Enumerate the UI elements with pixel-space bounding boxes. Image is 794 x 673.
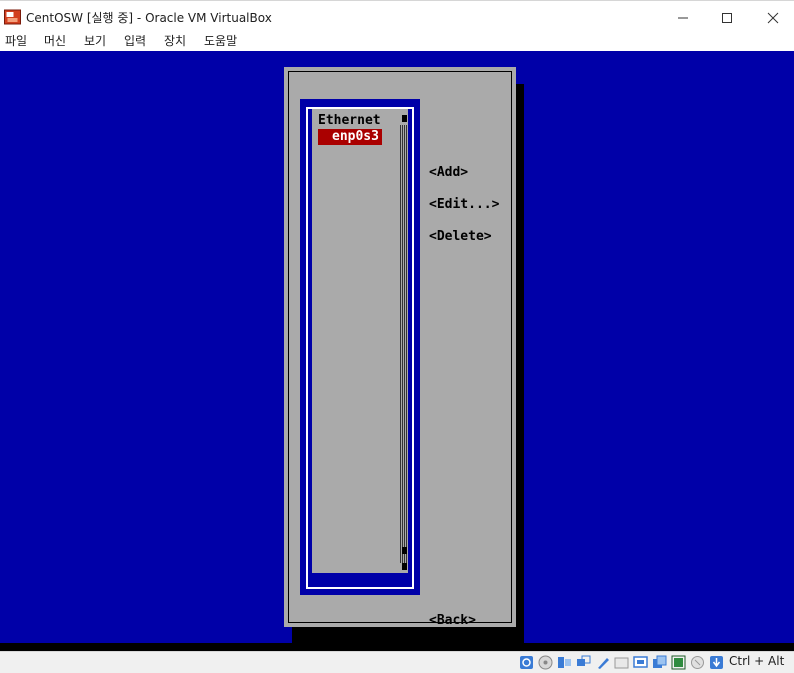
connection-list-border: Ethernet enp0s3 [306,107,414,589]
list-scrollbar[interactable] [400,125,408,563]
maximize-button[interactable] [704,1,750,34]
menu-devices[interactable]: 장치 [164,33,186,49]
nmtui-edit-connection-dialog: Ethernet enp0s3 <Add> <Edit...> <Delete>… [284,67,516,629]
minimize-button[interactable] [660,1,706,34]
connection-list[interactable]: Ethernet enp0s3 [312,109,408,573]
video-capture-icon[interactable] [652,655,667,670]
menu-view[interactable]: 보기 [84,33,106,49]
scroll-thumb[interactable] [402,547,407,554]
shared-folders-icon[interactable] [614,655,629,670]
menu-input[interactable]: 입력 [124,33,146,49]
menu-file[interactable]: 파일 [5,33,27,49]
minimize-icon [678,17,688,19]
menu-help[interactable]: 도움말 [204,33,237,49]
menu-bar: 파일 머신 보기 입력 장치 도움말 [0,33,794,51]
optical-drive-icon[interactable] [538,655,553,670]
back-button[interactable]: <Back> [429,613,476,629]
delete-button[interactable]: <Delete> [429,229,492,245]
menu-machine[interactable]: 머신 [44,33,66,49]
scroll-up-marker [402,115,407,122]
list-group-header: Ethernet [318,113,381,128]
mouse-integration-icon[interactable] [690,655,705,670]
edit-button[interactable]: <Edit...> [429,197,499,213]
status-bar: Ctrl + Alt [0,651,794,673]
usb-icon[interactable] [595,655,610,670]
connection-list-frame: Ethernet enp0s3 [300,99,420,595]
vm-display-bottom-edge [0,643,794,651]
display-icon[interactable] [633,655,648,670]
cpu-icon[interactable] [671,655,686,670]
maximize-icon [722,13,732,23]
add-button[interactable]: <Add> [429,165,468,181]
host-key-label: Ctrl + Alt [729,654,785,668]
keyboard-icon[interactable] [709,655,724,670]
close-button[interactable] [750,1,794,34]
window-title-bar[interactable]: CentOSW [실행 중] - Oracle VM VirtualBox [0,0,794,33]
audio-icon[interactable] [557,655,572,670]
hard-disk-icon[interactable] [519,655,534,670]
window-title: CentOSW [실행 중] - Oracle VM VirtualBox [26,11,272,25]
virtualbox-app-icon [4,9,21,25]
network-icon[interactable] [576,655,591,670]
vm-display[interactable]: Ethernet enp0s3 <Add> <Edit...> <Delete>… [0,51,794,643]
close-icon [767,12,779,24]
scroll-down-marker [402,563,407,570]
connection-item-selected[interactable]: enp0s3 [318,129,382,145]
